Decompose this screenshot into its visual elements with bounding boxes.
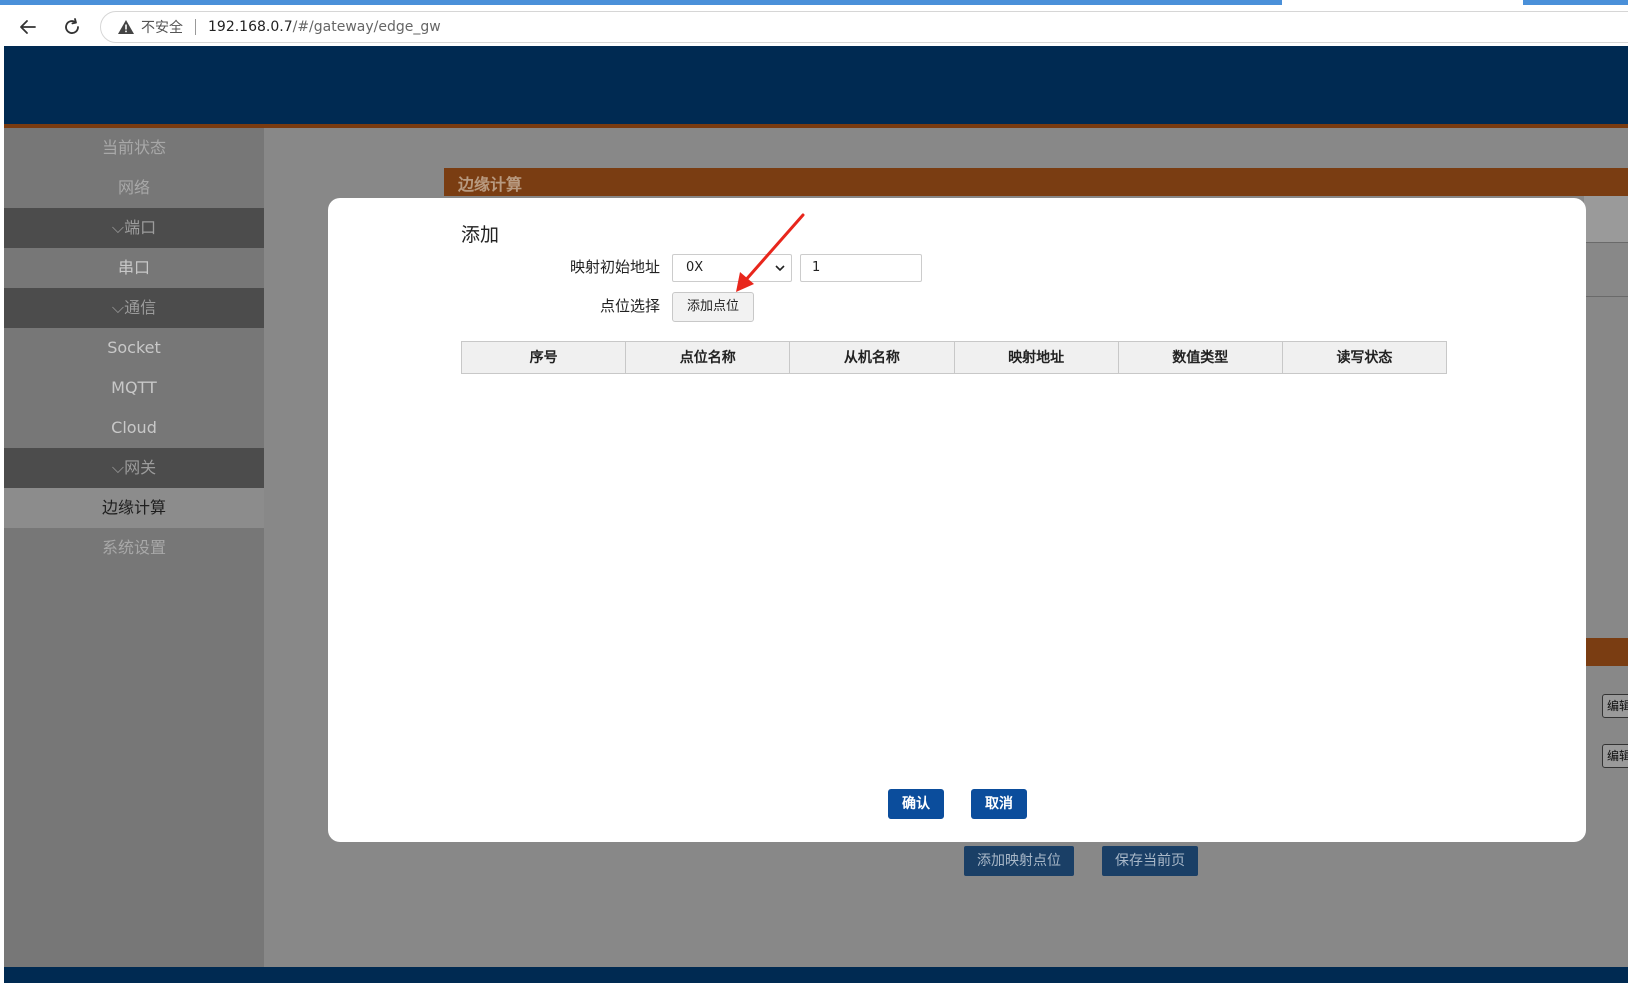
save-current-page-button[interactable]: 保存当前页	[1102, 846, 1198, 876]
add-dialog: 添加 映射初始地址 0X 1 点位选择 添加点位 序号 点位名称 从机名称 映射…	[328, 198, 1586, 842]
sidebar-item-label: 网络	[117, 178, 150, 197]
table-header-cell: 映射地址	[955, 342, 1119, 373]
url-host: 192.168.0.7	[208, 19, 293, 35]
edit-button[interactable]: 编辑	[1602, 744, 1628, 768]
address-separator	[195, 19, 196, 35]
table-header-cell: 从机名称	[790, 342, 955, 373]
sidebar-item-label: Cloud	[111, 418, 157, 437]
sidebar-item-label: Socket	[107, 338, 161, 357]
table-header-cell: 数值类型	[1119, 342, 1283, 373]
table-header-cell: 点位名称	[626, 342, 791, 373]
background-divider	[1584, 242, 1628, 243]
confirm-button[interactable]: 确认	[888, 789, 944, 819]
section-header-band-2	[1584, 638, 1628, 666]
sidebar-group-label: 端口	[124, 218, 157, 237]
security-status[interactable]: 不安全	[141, 17, 183, 37]
reload-icon	[65, 18, 79, 34]
dialog-title: 添加	[461, 224, 500, 246]
table-header-cell: 序号	[462, 342, 627, 373]
address-bar[interactable]: 不安全 192.168.0.7/#/gateway/edge_gw	[100, 11, 1628, 43]
sidebar-group-port[interactable]: ⌵端口	[4, 208, 264, 248]
section-title: 边缘计算	[458, 175, 523, 194]
annotation-arrow-icon	[736, 213, 805, 292]
sidebar-group-label: 通信	[124, 298, 157, 317]
sidebar-item-label: MQTT	[111, 378, 157, 397]
map-start-address-label: 映射初始地址	[569, 258, 660, 276]
sidebar-item-cloud[interactable]: Cloud	[4, 408, 264, 448]
sidebar-item-label: 系统设置	[101, 538, 166, 557]
back-button[interactable]	[14, 13, 42, 41]
cancel-button[interactable]: 取消	[971, 789, 1027, 819]
start-address-input[interactable]: 1	[800, 254, 922, 282]
sidebar-item-system-settings[interactable]: 系统设置	[4, 528, 264, 568]
sidebar-item-label: 串口	[117, 258, 150, 277]
sidebar-item-edge-computing[interactable]: 边缘计算	[4, 488, 264, 528]
table-header-cell: 读写状态	[1336, 350, 1393, 366]
section-header-band: 边缘计算	[444, 168, 1628, 196]
chevron-down-icon: ⌵	[111, 218, 125, 237]
sidebar-item-status[interactable]: 当前状态	[4, 128, 264, 168]
sidebar-item-label: 当前状态	[101, 138, 166, 157]
url-path: /#/gateway/edge_gw	[292, 19, 441, 35]
chevron-down-icon: ⌵	[111, 298, 125, 317]
sidebar-item-network[interactable]: 网络	[4, 168, 264, 208]
sidebar-group-label: 网关	[124, 458, 157, 477]
background-panel	[1584, 196, 1628, 242]
sidebar: 当前状态 网络 ⌵端口 串口 ⌵通信 Socket MQTT Cloud ⌵网关…	[4, 128, 264, 968]
sidebar-item-label: 边缘计算	[101, 498, 166, 517]
background-divider	[1584, 296, 1628, 297]
arrow-left-icon	[20, 20, 36, 34]
warning-icon	[118, 20, 134, 34]
sidebar-group-comm[interactable]: ⌵通信	[4, 288, 264, 328]
sidebar-item-socket[interactable]: Socket	[4, 328, 264, 368]
sidebar-item-mqtt[interactable]: MQTT	[4, 368, 264, 408]
app-header	[4, 46, 1628, 124]
points-table-header: 序号 点位名称 从机名称 映射地址 数值类型 读写状态	[461, 341, 1447, 374]
edit-button[interactable]: 编辑	[1602, 694, 1628, 718]
app-footer	[4, 967, 1628, 983]
address-prefix-value: 0X	[686, 260, 704, 275]
add-mapping-point-button[interactable]: 添加映射点位	[964, 846, 1074, 876]
sidebar-item-serial[interactable]: 串口	[4, 248, 264, 288]
browser-toolbar: 不安全 192.168.0.7/#/gateway/edge_gw	[0, 5, 1628, 47]
chevron-down-icon: ⌵	[111, 458, 125, 477]
point-select-label: 点位选择	[599, 297, 660, 315]
reload-button[interactable]	[58, 13, 86, 41]
sidebar-group-gateway[interactable]: ⌵网关	[4, 448, 264, 488]
